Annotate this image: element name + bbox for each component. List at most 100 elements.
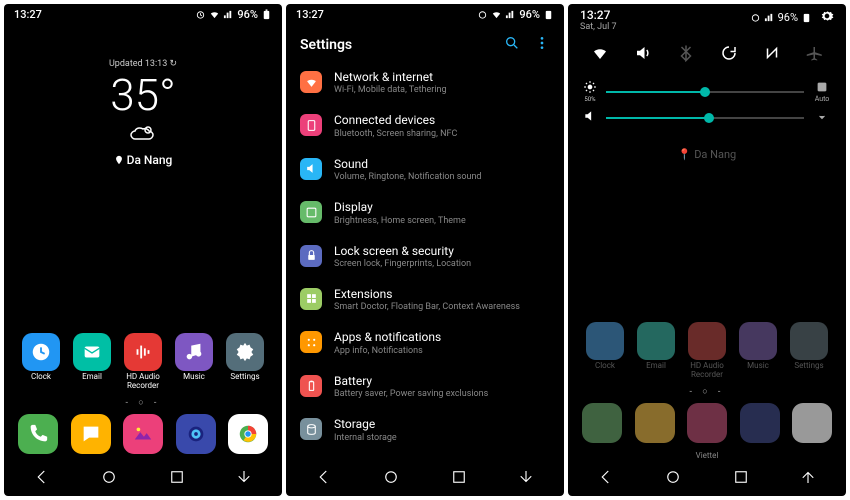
app-email-dimmed: Email [633, 322, 679, 380]
nav-recent[interactable] [732, 468, 750, 486]
settings-header: Settings [286, 25, 564, 61]
network-icon [300, 71, 322, 93]
settings-title: Settings [300, 37, 504, 53]
status-indicators: 96% [477, 8, 554, 21]
battery-pct: 96% [237, 8, 258, 21]
brightness-icon: 50% [582, 80, 598, 103]
toggle-airplane[interactable] [804, 42, 826, 64]
nav-close-panel[interactable] [799, 468, 817, 486]
nav-home[interactable] [382, 468, 400, 486]
settings-icon [226, 333, 264, 371]
phone-settings-screen: 13:27 96% Settings Network & internetWi-… [286, 4, 564, 496]
pin-icon [114, 155, 124, 165]
dock-messages-dimmed [635, 403, 675, 443]
qs-settings-button[interactable] [820, 8, 834, 27]
toggle-bluetooth[interactable] [675, 42, 697, 64]
phone-home-screen: 13:27 96% Updated 13:13 ↻ 35° Da Nang Cl… [4, 4, 282, 496]
app-label: Clock [31, 373, 51, 391]
brightness-auto[interactable]: Auto [812, 81, 832, 103]
more-button[interactable] [534, 35, 550, 55]
volume-expand[interactable] [812, 111, 832, 125]
settings-item-storage[interactable]: StorageInternal storage [300, 408, 550, 451]
nav-recent[interactable] [450, 468, 468, 486]
brightness-slider-row: 50% Auto [582, 80, 832, 103]
volume-slider[interactable] [606, 117, 804, 119]
signal-icon [223, 9, 234, 20]
settings-list[interactable]: Network & internetWi-Fi, Mobile data, Te… [286, 61, 564, 460]
devices-icon [300, 114, 322, 136]
app-email[interactable]: Email [69, 333, 115, 391]
weather-widget[interactable]: Updated 13:13 ↻ 35° Da Nang [18, 59, 268, 167]
toggle-wifi[interactable] [589, 42, 611, 64]
page-indicator[interactable]: - ○ - [18, 397, 268, 408]
nav-bar [568, 460, 846, 496]
battery-pct: 96% [778, 11, 798, 24]
search-button[interactable] [504, 35, 520, 55]
nav-back[interactable] [33, 468, 51, 486]
qs-toggles [568, 34, 846, 70]
app-label: Music [183, 373, 205, 391]
nav-home[interactable] [664, 468, 682, 486]
email-icon [73, 333, 111, 371]
nav-recent[interactable] [168, 468, 186, 486]
dock-phone-dimmed [582, 403, 622, 443]
settings-item-devices[interactable]: Connected devicesBluetooth, Screen shari… [300, 104, 550, 147]
status-indicators: 96% [750, 11, 812, 24]
settings-item-network[interactable]: Network & internetWi-Fi, Mobile data, Te… [300, 61, 550, 104]
toggle-sound[interactable] [632, 42, 654, 64]
carrier-label: Viettel [582, 451, 832, 460]
nav-bar [286, 460, 564, 496]
weather-updated: Updated 13:13 ↻ [18, 59, 268, 69]
storage-icon [300, 418, 322, 440]
settings-item-display[interactable]: DisplayBrightness, Home screen, Theme [300, 191, 550, 234]
toggle-rotate[interactable] [718, 42, 740, 64]
weather-condition-icon [18, 123, 268, 147]
signal-icon [505, 9, 516, 20]
nav-notifications[interactable] [517, 468, 535, 486]
volume-icon [582, 109, 598, 126]
app-music[interactable]: Music [171, 333, 217, 391]
dock-camera[interactable] [176, 414, 216, 454]
dock-gallery[interactable] [123, 414, 163, 454]
dock-chrome[interactable] [228, 414, 268, 454]
nav-notifications[interactable] [235, 468, 253, 486]
app-settings-dimmed: Settings [786, 322, 832, 380]
settings-item-sound[interactable]: SoundVolume, Ringtone, Notification soun… [300, 148, 550, 191]
alarm-icon [750, 12, 761, 23]
settings-item-extensions[interactable]: ExtensionsSmart Doctor, Floating Bar, Co… [300, 278, 550, 321]
toggle-nfc[interactable] [761, 42, 783, 64]
brightness-slider[interactable] [606, 91, 804, 93]
qs-header: 13:27 Sat, Jul 7 96% [568, 4, 846, 34]
wifi-icon [209, 9, 220, 20]
app-recorder-dimmed: HD Audio Recorder [684, 322, 730, 380]
status-indicators: 96% [195, 8, 272, 21]
extensions-icon [300, 288, 322, 310]
nav-home[interactable] [100, 468, 118, 486]
settings-item-battery[interactable]: BatteryBattery saver, Power saving exclu… [300, 365, 550, 408]
dock-messages[interactable] [71, 414, 111, 454]
status-bar: 13:27 96% [4, 4, 282, 25]
battery-icon [300, 375, 322, 397]
app-settings[interactable]: Settings [222, 333, 268, 391]
settings-item-lockscreen[interactable]: Lock screen & securityScreen lock, Finge… [300, 235, 550, 278]
app-music-dimmed: Music [735, 322, 781, 380]
app-label: Settings [230, 373, 259, 391]
dock-phone[interactable] [18, 414, 58, 454]
dock-chrome-dimmed [792, 403, 832, 443]
battery-icon [801, 12, 812, 23]
recorder-icon [124, 333, 162, 371]
dock-gallery-dimmed [687, 403, 727, 443]
settings-item-accounts[interactable]: AccountsAuto-sync accounts, Cloud [300, 452, 550, 460]
sound-icon [300, 158, 322, 180]
app-clock-dimmed: Clock [582, 322, 628, 380]
status-time: 13:27 [14, 8, 42, 21]
settings-item-apps[interactable]: Apps & notificationsApp info, Notificati… [300, 321, 550, 364]
nav-back[interactable] [315, 468, 333, 486]
app-row: Clock Email HD Audio Recorder Music Sett… [18, 333, 268, 391]
app-hd-recorder[interactable]: HD Audio Recorder [120, 333, 166, 391]
page-indicator-dimmed: - ○ - [582, 386, 832, 397]
display-icon [300, 201, 322, 223]
nav-back[interactable] [597, 468, 615, 486]
app-clock[interactable]: Clock [18, 333, 64, 391]
qs-time: 13:27 [580, 8, 617, 22]
